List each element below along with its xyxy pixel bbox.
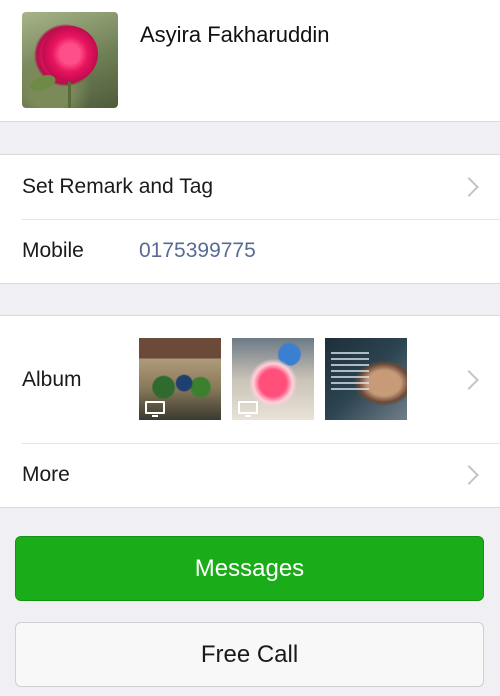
- album-label: Album: [22, 367, 82, 391]
- avatar-stem: [68, 78, 71, 108]
- avatar[interactable]: [22, 12, 118, 108]
- chevron-right-icon: [459, 369, 479, 390]
- profile-header: Asyira Fakharuddin: [0, 0, 500, 122]
- row-album[interactable]: Album: [0, 316, 500, 443]
- mobile-number[interactable]: 0175399775: [139, 239, 256, 263]
- video-icon: [238, 401, 258, 417]
- album-thumb-1[interactable]: [139, 338, 221, 420]
- set-remark-label: Set Remark and Tag: [22, 175, 214, 198]
- group-album-more: Album More: [0, 315, 500, 508]
- row-more[interactable]: More: [0, 443, 500, 507]
- album-thumb-3[interactable]: [325, 338, 407, 420]
- thumb-text-lines: [331, 348, 369, 394]
- avatar-flower: [42, 26, 98, 82]
- more-label: More: [22, 463, 70, 486]
- row-set-remark[interactable]: Set Remark and Tag: [0, 155, 500, 219]
- video-icon: [145, 401, 165, 417]
- chevron-right-icon: [459, 177, 479, 197]
- row-mobile[interactable]: Mobile 0175399775: [0, 219, 500, 283]
- album-thumb-2[interactable]: [232, 338, 314, 420]
- group-remark-mobile: Set Remark and Tag Mobile 0175399775: [0, 154, 500, 284]
- album-thumbnails: [139, 338, 407, 420]
- messages-button[interactable]: Messages: [15, 536, 484, 601]
- free-call-button[interactable]: Free Call: [15, 622, 484, 687]
- chevron-right-icon: [459, 465, 479, 485]
- profile-name: Asyira Fakharuddin: [140, 22, 330, 47]
- mobile-label: Mobile: [22, 239, 84, 262]
